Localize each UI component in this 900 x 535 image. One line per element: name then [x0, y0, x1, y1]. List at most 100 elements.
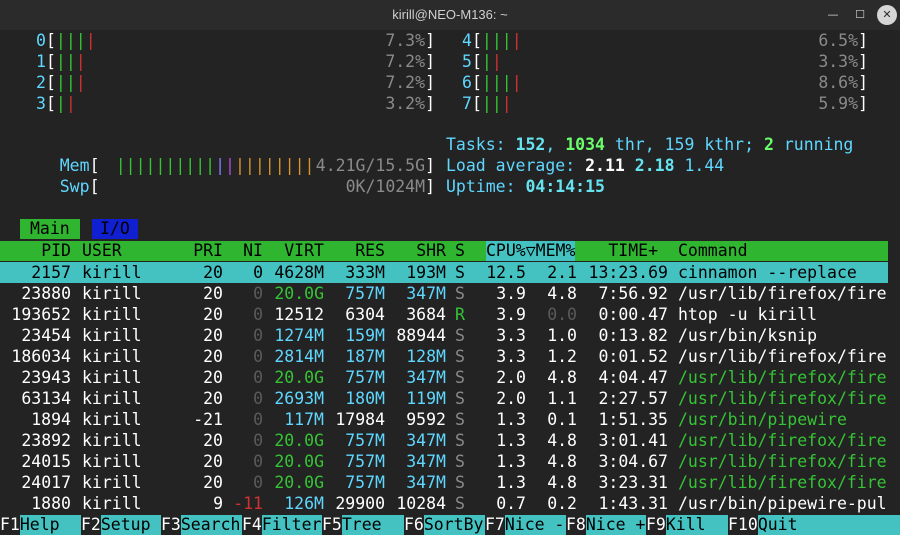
- load-15min: 1.44: [684, 156, 725, 175]
- cell-time: 3:23.31: [598, 473, 668, 492]
- table-row[interactable]: 193652 kirill 20 0 12512 6304 3684 R 3.9 0.0 0:00.…: [0, 304, 888, 325]
- fkey-number: F9: [646, 515, 666, 534]
- fkey-label: Setup: [100, 515, 161, 535]
- cell-user: kirill: [82, 368, 142, 387]
- cpu-bar-segment: |: [481, 73, 492, 92]
- cell-pid: 23454: [21, 326, 71, 345]
- column-header-label[interactable]: VIRT: [284, 241, 324, 261]
- cpu-percent-row: 7.2%]: [385, 52, 435, 71]
- fkey-label: SortBy: [423, 515, 485, 535]
- table-row[interactable]: 23880 kirill 20 0 20.0G 757M 347M S 3.9 4.8 7:56.9…: [0, 283, 888, 304]
- cell-ni: 0: [253, 389, 263, 408]
- column-header-label[interactable]: CPU%▽MEM%: [486, 241, 576, 261]
- cell-virt: 20.0G: [274, 452, 324, 471]
- column-header-label[interactable]: USER: [82, 241, 122, 261]
- cell-s: S: [455, 410, 465, 429]
- column-header-label[interactable]: PRI: [193, 241, 223, 261]
- cpu-bar-segment: |: [55, 31, 66, 50]
- cell-time: 2:27.57: [598, 389, 668, 408]
- tasks-label: Tasks:: [446, 135, 506, 154]
- cell-time: 3:01.41: [598, 431, 668, 450]
- tasks-count: 152: [515, 135, 546, 154]
- column-header-label[interactable]: SHR: [416, 241, 446, 261]
- cell-virt: 2693M: [274, 389, 324, 408]
- cell-user: kirill: [82, 431, 142, 450]
- cell-pid: 1894: [31, 410, 71, 429]
- fkey-f6[interactable]: F6SortBy: [404, 515, 485, 535]
- cell-time: 13:23.69: [588, 263, 668, 282]
- cell-mem: 0.1: [547, 410, 577, 429]
- cell-time: 1:51.35: [598, 410, 668, 429]
- cell-cpu: 1.3: [496, 473, 526, 492]
- fkey-number: F10: [728, 515, 758, 534]
- fkey-f10[interactable]: F10Quit: [728, 515, 900, 535]
- table-row[interactable]: 1894 kirill -21 0 117M 17984 9592 S 1.3 0.1 1:51.3…: [0, 409, 888, 430]
- cpu-percent: 7.2%: [385, 52, 426, 71]
- column-header-label[interactable]: Command: [678, 241, 748, 261]
- load-label: Load average:: [446, 156, 576, 175]
- running-label: running: [783, 135, 854, 154]
- fkey-label: Search: [180, 515, 242, 535]
- cell-mem: 4.8: [547, 431, 577, 450]
- cell-ni: 0: [253, 284, 263, 303]
- maximize-icon[interactable]: ☐: [850, 5, 870, 25]
- cell-pid: 1880: [31, 494, 71, 513]
- table-row[interactable]: 23943 kirill 20 0 20.0G 757M 347M S 2.0 4.8 4:04.4…: [0, 367, 888, 388]
- cpu-bar-segment: |: [65, 52, 76, 71]
- cell-virt: 20.0G: [274, 473, 324, 492]
- cell-pid: 23892: [21, 431, 71, 450]
- cpu-id: 2: [36, 73, 46, 92]
- cell-time: 1:43.31: [598, 494, 668, 513]
- cell-virt: 2814M: [274, 347, 324, 366]
- column-header: PID USER PRI NI VIRT RES SHR S CPU%▽MEM% TIME+ Com…: [0, 241, 888, 261]
- table-row[interactable]: 1880 kirill 9 -11 126M 29900 10284 S 0.7 0.2 1:43.…: [0, 493, 888, 514]
- close-icon[interactable]: ✕: [877, 5, 897, 25]
- column-header-label[interactable]: PID: [41, 241, 71, 261]
- column-header-label[interactable]: TIME+: [608, 241, 658, 261]
- column-header-label[interactable]: NI: [243, 241, 263, 261]
- tab-io[interactable]: I/O: [92, 219, 138, 239]
- tab-main[interactable]: Main: [20, 219, 80, 239]
- fkey-f3[interactable]: F3Search: [161, 515, 242, 535]
- cell-virt: 1274M: [274, 326, 324, 345]
- fkey-f8[interactable]: F8Nice +: [566, 515, 646, 535]
- swp-meter: Swp[: [59, 177, 100, 196]
- cpu-meter-5: 5[||: [462, 52, 502, 71]
- cpu-id: 5: [462, 52, 472, 71]
- fkey-label: Filter: [261, 515, 322, 535]
- table-row[interactable]: 186034 kirill 20 0 2814M 187M 128M S 3.3 1.2 0:01.…: [0, 346, 888, 367]
- terminal[interactable]: 0[|||| 7.3%] 1[||| 7.2%] 2[||| 7.2%] 3[|| 3.2%]…: [0, 30, 900, 535]
- table-row[interactable]: 23892 kirill 20 0 20.0G 757M 347M S 1.3 4.8 3:01.4…: [0, 430, 888, 451]
- cpu-bar-segment: |: [75, 52, 86, 71]
- mem-value-row: 4.21G/15.5G]: [315, 156, 435, 175]
- cpu-percent-row: 7.3%]: [385, 31, 435, 50]
- cell-res: 6304: [345, 305, 385, 324]
- cell-virt: 20.0G: [274, 431, 324, 450]
- column-header-label[interactable]: RES: [355, 241, 385, 261]
- fkey-f1[interactable]: F1Help: [0, 515, 81, 535]
- fkey-f5[interactable]: F5Tree: [322, 515, 404, 535]
- table-row[interactable]: 23454 kirill 20 0 1274M 159M 88944 S 3.3 1.0 0:13.…: [0, 325, 888, 346]
- cpu-percent: 7.2%: [385, 73, 426, 92]
- fkey-number: F1: [0, 515, 20, 534]
- column-header-label[interactable]: S: [455, 241, 465, 261]
- cell-ni: -11: [233, 494, 263, 513]
- minimize-icon[interactable]: —: [823, 5, 843, 25]
- cpu-percent: 5.9%: [818, 94, 859, 113]
- cell-ni: 0: [253, 473, 263, 492]
- cpu-percent: 3.2%: [385, 94, 426, 113]
- fkey-f2[interactable]: F2Setup: [81, 515, 161, 535]
- table-row[interactable]: 2157 kirill 20 0 4628M 333M 193M S 12.5 2.1 13:23.…: [0, 262, 888, 283]
- cpu-meter-4: 4[||||: [462, 31, 522, 50]
- table-row[interactable]: 63134 kirill 20 0 2693M 180M 119M S 2.0 1.1 2:27.5…: [0, 388, 888, 409]
- fkey-f4[interactable]: F4Filter: [242, 515, 322, 535]
- cell-s: S: [455, 473, 465, 492]
- fkey-f9[interactable]: F9Kill: [646, 515, 728, 535]
- table-row[interactable]: 24017 kirill 20 0 20.0G 757M 347M S 1.3 4.8 3:23.3…: [0, 472, 888, 493]
- fkey-f7[interactable]: F7Nice -: [485, 515, 566, 535]
- table-row[interactable]: 24015 kirill 20 0 20.0G 757M 347M S 1.3 4.8 3:04.6…: [0, 451, 888, 472]
- cell-cpu: 1.3: [496, 431, 526, 450]
- cell-time: 0:13.82: [598, 326, 668, 345]
- cell-s: S: [455, 368, 465, 387]
- window-title: kirill@NEO-M136: ~: [392, 7, 508, 22]
